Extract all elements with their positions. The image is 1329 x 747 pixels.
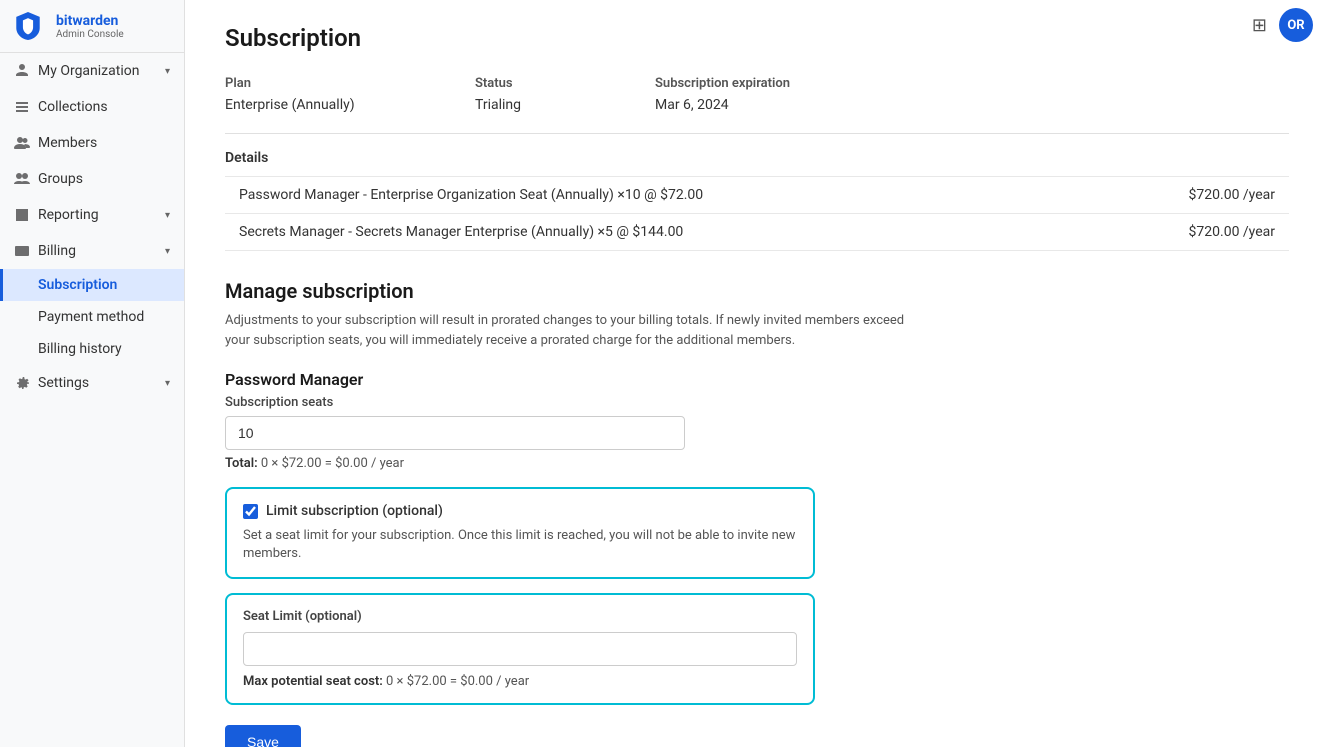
limit-subscription-row: Limit subscription (optional) (243, 503, 797, 519)
password-manager-title: Password Manager (225, 370, 1289, 389)
expiration-label: Subscription expiration (655, 76, 1289, 91)
sidebar-label-subscription: Subscription (38, 277, 117, 293)
sidebar-item-reporting[interactable]: Reporting ▾ (0, 197, 184, 233)
avatar[interactable]: OR (1279, 8, 1313, 42)
settings-icon (14, 375, 30, 391)
status-value: Trialing (475, 97, 655, 113)
sidebar-item-payment-method[interactable]: Payment method (0, 301, 184, 333)
sidebar-item-collections[interactable]: Collections (0, 89, 184, 125)
organization-icon (14, 63, 30, 79)
limit-subscription-box: Limit subscription (optional) Set a seat… (225, 487, 815, 579)
sidebar-label-billing: Billing (38, 243, 76, 259)
collections-icon (14, 99, 30, 115)
sidebar-label-settings: Settings (38, 375, 89, 391)
table-row: Password Manager - Enterprise Organizati… (225, 176, 1289, 213)
sidebar: bitwarden Admin Console My Organization … (0, 0, 185, 747)
plan-label: Plan (225, 76, 475, 91)
sidebar-item-my-organization[interactable]: My Organization ▾ (0, 53, 184, 89)
sidebar-item-subscription[interactable]: Subscription (0, 269, 184, 301)
sidebar-label-payment-method: Payment method (38, 309, 144, 325)
limit-subscription-label: Limit subscription (optional) (266, 503, 443, 519)
sidebar-label-groups: Groups (38, 171, 83, 187)
main-content: Subscription Plan Enterprise (Annually) … (185, 0, 1329, 747)
save-button[interactable]: Save (225, 725, 301, 747)
sidebar-logo: bitwarden Admin Console (0, 0, 184, 53)
detail-price-1: $720.00 /year (1189, 187, 1275, 203)
seat-limit-box: Seat Limit (optional) Max potential seat… (225, 593, 815, 705)
status-label: Status (475, 76, 655, 91)
detail-rows: Password Manager - Enterprise Organizati… (225, 176, 1289, 251)
total-text: Total: 0 × $72.00 = $0.00 / year (225, 456, 1289, 471)
sidebar-label-reporting: Reporting (38, 207, 99, 223)
subscription-seats-label: Subscription seats (225, 395, 1289, 410)
subscription-seats-input[interactable] (225, 416, 685, 450)
sidebar-item-groups[interactable]: Groups (0, 161, 184, 197)
sidebar-label-my-organization: My Organization (38, 63, 139, 79)
chevron-down-billing-icon: ▾ (165, 246, 170, 257)
max-potential-calc: 0 × $72.00 = $0.00 / year (386, 674, 529, 689)
seat-limit-input[interactable] (243, 632, 797, 666)
page-title: Subscription (225, 24, 1289, 52)
details-label: Details (225, 150, 1289, 166)
total-label: Total: (225, 456, 258, 471)
logo-sub: Admin Console (56, 29, 124, 40)
sidebar-item-billing-history[interactable]: Billing history (0, 333, 184, 365)
plan-value: Enterprise (Annually) (225, 97, 475, 113)
billing-icon (14, 243, 30, 259)
sidebar-label-collections: Collections (38, 99, 108, 115)
sidebar-label-members: Members (38, 135, 97, 151)
manage-section-desc: Adjustments to your subscription will re… (225, 311, 925, 350)
plan-info-grid: Plan Enterprise (Annually) Status Triali… (225, 76, 1289, 113)
manage-section-title: Manage subscription (225, 279, 1289, 303)
status-col: Status Trialing (475, 76, 655, 113)
sidebar-item-billing[interactable]: Billing ▾ (0, 233, 184, 269)
seat-limit-label: Seat Limit (optional) (243, 609, 797, 624)
total-calc: 0 × $72.00 = $0.00 / year (261, 456, 404, 471)
grid-icon[interactable]: ⊞ (1252, 15, 1267, 36)
logo-brand: bitwarden (56, 13, 124, 29)
max-potential-label: Max potential seat cost: (243, 674, 383, 689)
chevron-down-icon: ▾ (165, 66, 170, 77)
detail-name-1: Password Manager - Enterprise Organizati… (239, 187, 703, 203)
detail-price-2: $720.00 /year (1189, 224, 1275, 240)
topbar: ⊞ OR (1236, 0, 1329, 50)
plan-col: Plan Enterprise (Annually) (225, 76, 475, 113)
expiration-value: Mar 6, 2024 (655, 97, 1289, 113)
reporting-icon (14, 207, 30, 223)
bitwarden-logo-icon (14, 12, 42, 40)
limit-subscription-hint: Set a seat limit for your subscription. … (243, 527, 797, 563)
table-row: Secrets Manager - Secrets Manager Enterp… (225, 213, 1289, 251)
expiration-col: Subscription expiration Mar 6, 2024 (655, 76, 1289, 113)
divider-1 (225, 133, 1289, 134)
chevron-settings-icon: ▾ (165, 378, 170, 389)
detail-name-2: Secrets Manager - Secrets Manager Enterp… (239, 224, 683, 240)
limit-subscription-checkbox[interactable] (243, 504, 258, 519)
groups-icon (14, 171, 30, 187)
sidebar-item-settings[interactable]: Settings ▾ (0, 365, 184, 401)
max-cost-text: Max potential seat cost: 0 × $72.00 = $0… (243, 674, 797, 689)
sidebar-label-billing-history: Billing history (38, 341, 122, 357)
logo-text: bitwarden Admin Console (56, 13, 124, 40)
sidebar-item-members[interactable]: Members (0, 125, 184, 161)
chevron-right-icon: ▾ (165, 210, 170, 221)
members-icon (14, 135, 30, 151)
